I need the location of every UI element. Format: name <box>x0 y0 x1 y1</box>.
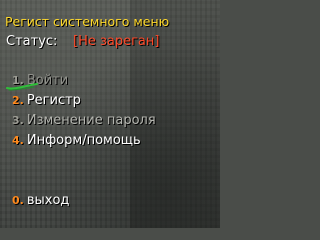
menu-item-exit[interactable]: 0. выход <box>12 193 69 208</box>
menu-item-change-password[interactable]: 3. Изменение пароля <box>12 113 156 128</box>
menu-item-number: 0. <box>12 194 24 207</box>
green-underline-mark <box>6 83 38 91</box>
menu-item-label: выход <box>26 193 70 208</box>
status-label: Статус: <box>6 34 58 49</box>
menu-item-number: 3. <box>12 114 24 127</box>
menu-item-info-help[interactable]: 4. Информ/помощь <box>12 133 141 148</box>
menu-item-number: 4. <box>12 134 24 147</box>
status-value: [Не зареган] <box>73 34 160 49</box>
menu-item-label: Изменение пароля <box>26 113 156 128</box>
menu-item-label: Информ/помощь <box>26 133 141 148</box>
menu-title: Регист системного меню <box>5 14 170 29</box>
menu-item-label: Регистр <box>26 93 81 108</box>
menu-item-number: 2. <box>12 94 24 107</box>
menu-item-register[interactable]: 2. Регистр <box>12 93 81 108</box>
